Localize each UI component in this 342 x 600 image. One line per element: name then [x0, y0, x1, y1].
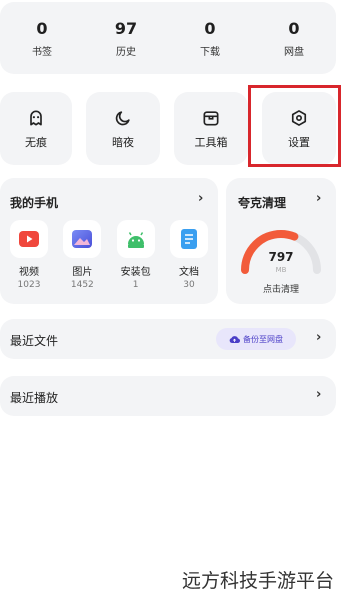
recent-files-title: 最近文件 [10, 334, 59, 348]
my-phone-card[interactable]: 我的手机 › 视频 1023 图片 1452 安装包 1 文档 30 [0, 178, 218, 304]
app-label: 安装包 [120, 267, 151, 278]
stat-value: 0 [288, 18, 300, 38]
stat-value: 97 [114, 18, 138, 38]
app-label: 文档 [178, 267, 199, 278]
incognito-icon [30, 110, 42, 125]
chevron-right-icon[interactable]: › [198, 191, 203, 206]
my-phone-title: 我的手机 [10, 196, 59, 210]
tile-label: 工具箱 [194, 135, 228, 149]
stats-card: 0 书签 97 历史 0 下载 0 网盘 [0, 2, 336, 74]
incognito-tile[interactable]: 无痕 [0, 92, 72, 165]
chevron-right-icon[interactable]: › [316, 387, 321, 402]
app-count: 1 [132, 280, 139, 290]
cleaner-unit: MB [275, 266, 287, 274]
stat-bookmarks[interactable]: 0 书签 [0, 2, 84, 74]
cleaner-action: 点击清理 [262, 285, 299, 295]
stat-value: 0 [204, 18, 216, 38]
stat-history[interactable]: 97 历史 [84, 2, 168, 74]
chevron-right-icon[interactable]: › [316, 191, 321, 206]
tile-label: 无痕 [25, 135, 47, 149]
dark-mode-tile[interactable]: 暗夜 [86, 92, 160, 165]
app-images[interactable]: 图片 1452 [59, 220, 105, 290]
settings-highlight-box [248, 85, 341, 167]
app-installers[interactable]: 安装包 1 [113, 220, 159, 290]
app-video[interactable]: 视频 1023 [6, 220, 52, 290]
cloud-upload-icon [229, 335, 240, 343]
app-count: 1452 [70, 280, 94, 290]
android-icon [116, 220, 155, 258]
stat-downloads[interactable]: 0 下载 [168, 2, 252, 74]
stat-cloud-drive[interactable]: 0 网盘 [252, 2, 336, 74]
recent-files-row[interactable]: 最近文件 备份至网盘 › [0, 319, 336, 359]
cleaner-title: 夸克清理 [238, 196, 287, 210]
stat-label: 下载 [200, 46, 220, 58]
moon-icon [115, 110, 130, 125]
chevron-right-icon[interactable]: › [316, 330, 321, 345]
cleaner-value: 797 [268, 250, 294, 264]
backup-to-cloud-button[interactable]: 备份至网盘 [216, 328, 296, 350]
app-list: 视频 1023 图片 1452 安装包 1 文档 30 [6, 220, 212, 290]
recent-play-row[interactable]: 最近播放 › [0, 376, 336, 416]
toolbox-tile[interactable]: 工具箱 [174, 92, 248, 165]
quark-cleaner-card[interactable]: 夸克清理 › 797 MB 点击清理 [226, 178, 336, 304]
app-count: 30 [183, 280, 195, 290]
app-label: 图片 [72, 267, 93, 278]
app-label: 视频 [19, 267, 39, 278]
video-icon [10, 220, 48, 258]
stat-label: 网盘 [284, 46, 304, 58]
document-icon [169, 220, 208, 258]
stat-value: 0 [36, 18, 48, 38]
image-icon [63, 220, 102, 258]
recent-play-title: 最近播放 [10, 391, 59, 405]
app-documents[interactable]: 文档 30 [166, 220, 212, 290]
backup-label: 备份至网盘 [243, 334, 283, 344]
tile-label: 暗夜 [112, 135, 134, 149]
stat-label: 书签 [32, 46, 52, 58]
toolbox-icon [203, 110, 219, 125]
app-count: 1023 [17, 280, 41, 290]
stat-label: 历史 [116, 46, 136, 58]
watermark-text: 远方科技手游平台 [181, 570, 334, 592]
